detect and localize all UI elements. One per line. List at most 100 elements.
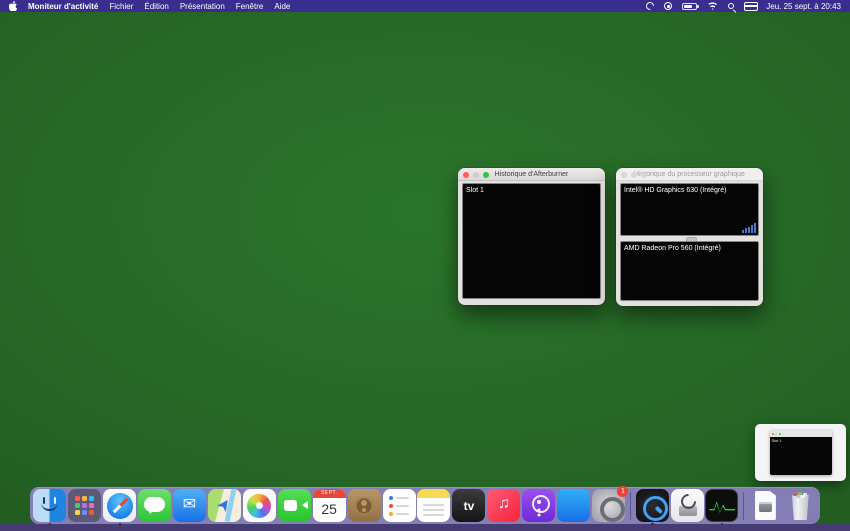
menu-bar: Moniteur d'activité Fichier Édition Présen… — [0, 0, 850, 12]
window-preview-card[interactable]: Slot 1 — [755, 424, 846, 481]
minimize-icon — [775, 433, 777, 435]
mail-icon — [173, 489, 206, 522]
record-indicator-icon[interactable] — [664, 2, 672, 10]
notes-icon — [417, 489, 450, 522]
zoom-icon — [779, 433, 781, 435]
menu-presentation[interactable]: Présentation — [180, 2, 225, 11]
sync-progress-icon[interactable] — [645, 0, 656, 11]
appstore-icon — [557, 489, 590, 522]
dock-item-facetime[interactable] — [278, 489, 311, 523]
window-title: Historique du processeur graphique — [634, 171, 745, 178]
dock: SEPT.25 tv 1 — [30, 487, 820, 524]
calendar-icon: SEPT.25 — [313, 489, 346, 522]
running-indicator — [119, 523, 122, 526]
menu-bar-status-area: Jeu. 25 sept. à 20:43 — [646, 2, 841, 11]
dock-item-calendar[interactable]: SEPT.25 — [312, 489, 345, 523]
dock-shelf — [0, 524, 850, 531]
dock-item-photos[interactable] — [243, 489, 276, 523]
apple-menu[interactable] — [9, 1, 17, 11]
dock-item-document[interactable] — [749, 489, 782, 523]
zoom-button[interactable] — [483, 172, 489, 178]
diskutility-icon — [671, 489, 704, 522]
dock-item-podcasts[interactable] — [522, 489, 555, 523]
podcasts-icon — [522, 489, 555, 522]
dock-item-maps[interactable] — [208, 489, 241, 523]
messages-icon — [138, 489, 171, 522]
thumbnail-title-bar — [770, 430, 832, 437]
dock-item-mail[interactable] — [173, 489, 206, 523]
dock-divider — [743, 492, 744, 520]
thumbnail-window-controls — [772, 433, 781, 435]
apple-logo-icon — [9, 1, 17, 11]
dock-item-settings[interactable]: 1 — [592, 489, 625, 523]
zoom-button[interactable] — [641, 172, 647, 178]
window-title: Historique d'Afterburner — [495, 171, 569, 178]
desktop: Moniteur d'activité Fichier Édition Présen… — [0, 0, 850, 531]
intel-gpu-label: Intel® HD Graphics 630 (Intégré) — [621, 184, 758, 197]
minimize-button[interactable] — [473, 172, 479, 178]
slot-label: Slot 1 — [463, 184, 600, 197]
afterburner-graph-panel: Slot 1 — [462, 183, 601, 299]
menu-aide[interactable]: Aide — [274, 2, 290, 11]
thumbnail-content: Slot 1 — [770, 437, 832, 475]
close-icon — [772, 433, 774, 435]
gpu-title-bar[interactable]: Historique du processeur graphique — [616, 168, 763, 181]
app-menus: Fichier Édition Présentation Fenêtre Aide — [109, 2, 290, 11]
dock-item-safari[interactable] — [103, 489, 136, 523]
battery-icon[interactable] — [682, 3, 697, 10]
menu-fenetre[interactable]: Fenêtre — [236, 2, 264, 11]
dock-item-quicktime[interactable] — [635, 489, 668, 523]
menu-edition[interactable]: Édition — [144, 2, 168, 11]
search-icon[interactable] — [728, 3, 734, 9]
calendar-day-label: 25 — [313, 498, 346, 522]
dock-item-finder[interactable] — [33, 489, 66, 523]
quicktime-icon — [636, 489, 669, 522]
dock-item-appletv[interactable]: tv — [452, 489, 485, 523]
dock-item-launchpad[interactable] — [68, 489, 101, 523]
finder-icon — [33, 489, 66, 522]
dock-item-notes[interactable] — [417, 489, 450, 523]
close-button[interactable] — [463, 172, 469, 178]
menu-bar-clock[interactable]: Jeu. 25 sept. à 20:43 — [766, 2, 841, 11]
control-center-icon[interactable] — [744, 2, 756, 11]
dock-divider — [630, 492, 631, 520]
active-app-name[interactable]: Moniteur d'activité — [28, 2, 98, 11]
gpu-usage-graph — [742, 223, 756, 233]
close-button[interactable] — [621, 172, 627, 178]
music-icon — [487, 489, 520, 522]
running-indicator — [651, 523, 654, 526]
photos-icon — [243, 489, 276, 522]
contacts-icon — [348, 489, 381, 522]
window-controls — [463, 172, 489, 178]
dock-item-activitymonitor[interactable] — [705, 489, 738, 523]
amd-gpu-graph-panel: AMD Radeon Pro 560 (Intégré) — [620, 241, 759, 301]
minimize-button[interactable] — [631, 172, 637, 178]
dock-item-diskutility[interactable] — [670, 489, 703, 523]
launchpad-icon — [68, 489, 101, 522]
wifi-icon[interactable] — [707, 2, 718, 10]
window-controls — [621, 172, 647, 178]
dock-item-reminders[interactable] — [382, 489, 415, 523]
dock-item-appstore[interactable] — [557, 489, 590, 523]
afterburner-history-window: Historique d'Afterburner Slot 1 — [458, 168, 605, 305]
trash-icon — [784, 489, 817, 522]
afterburner-window-thumbnail: Slot 1 — [770, 430, 832, 475]
afterburner-title-bar[interactable]: Historique d'Afterburner — [458, 168, 605, 181]
maps-icon — [208, 489, 241, 522]
dock-item-contacts[interactable] — [347, 489, 380, 523]
gpu-history-window: Historique du processeur graphique Intel… — [616, 168, 763, 306]
dock-item-music[interactable] — [487, 489, 520, 523]
intel-gpu-graph-panel: Intel® HD Graphics 630 (Intégré) — [620, 183, 759, 236]
amd-gpu-label: AMD Radeon Pro 560 (Intégré) — [621, 242, 758, 255]
dock-item-messages[interactable] — [138, 489, 171, 523]
appletv-icon: tv — [452, 489, 485, 522]
menu-fichier[interactable]: Fichier — [109, 2, 133, 11]
safari-icon — [103, 489, 136, 522]
facetime-icon — [278, 489, 311, 522]
document-icon — [749, 489, 782, 522]
notification-badge: 1 — [617, 486, 628, 497]
reminders-icon — [383, 489, 416, 522]
activitymonitor-icon — [705, 489, 738, 522]
dock-item-trash[interactable] — [784, 489, 817, 523]
gpu-window-body: Intel® HD Graphics 630 (Intégré) AMD Rad… — [620, 183, 759, 301]
